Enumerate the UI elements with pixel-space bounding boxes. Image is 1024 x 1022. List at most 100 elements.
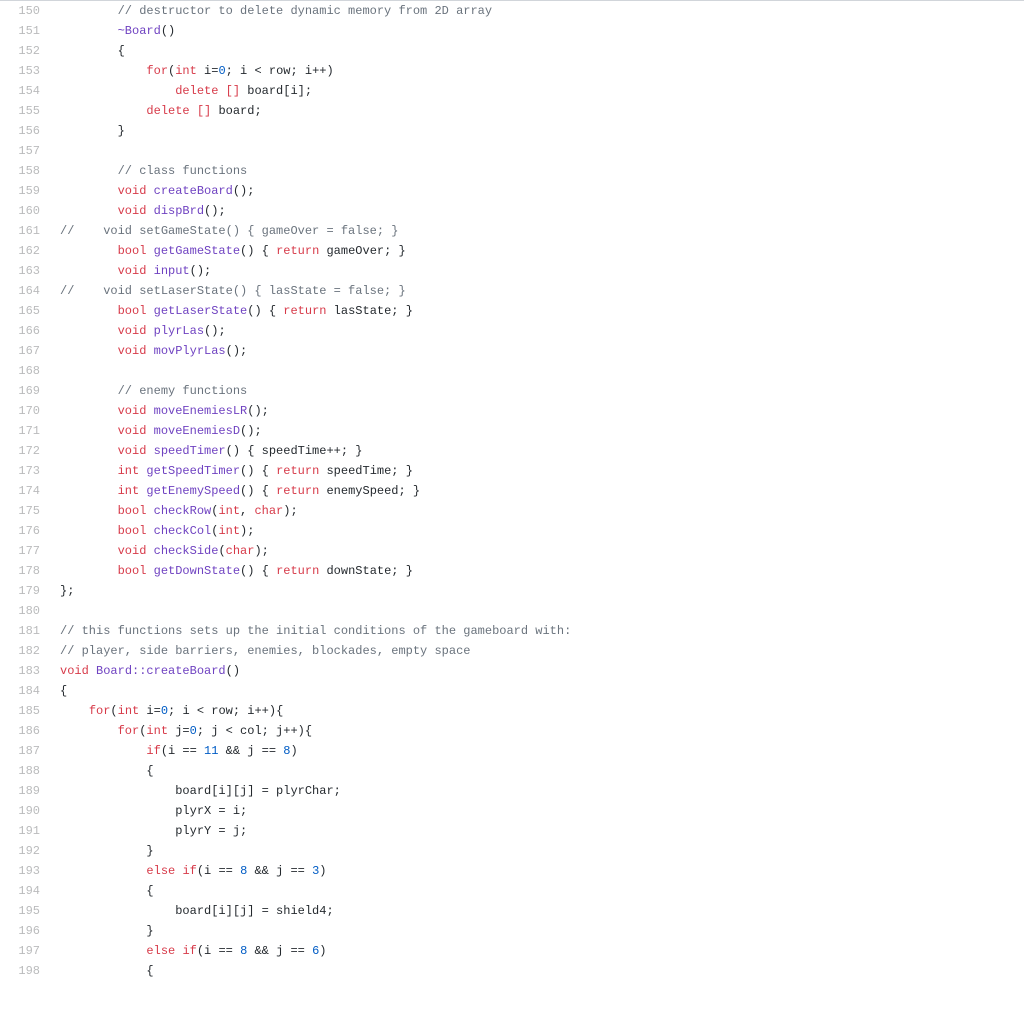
code-line[interactable]: // player, side barriers, enemies, block… <box>60 641 1024 661</box>
token-kw: return <box>276 484 319 498</box>
token-ty: bool <box>118 504 147 518</box>
line-number: 174 <box>0 481 40 501</box>
code-line[interactable]: { <box>60 761 1024 781</box>
code-line[interactable]: void plyrLas(); <box>60 321 1024 341</box>
token-kw: delete <box>146 104 189 118</box>
token-pl: ) <box>290 744 297 758</box>
code-line[interactable]: plyrY = j; <box>60 821 1024 841</box>
code-line[interactable]: delete [] board; <box>60 101 1024 121</box>
token-pl: () { <box>240 464 276 478</box>
code-line[interactable]: void moveEnemiesD(); <box>60 421 1024 441</box>
code-line[interactable]: for(int j=0; j < col; j++){ <box>60 721 1024 741</box>
token-pl <box>146 204 153 218</box>
code-line[interactable]: bool checkRow(int, char); <box>60 501 1024 521</box>
code-line[interactable]: delete [] board[i]; <box>60 81 1024 101</box>
code-line[interactable]: // this functions sets up the initial co… <box>60 621 1024 641</box>
token-pl <box>146 424 153 438</box>
code-line[interactable]: int getSpeedTimer() { return speedTime; … <box>60 461 1024 481</box>
token-pl: () { <box>240 484 276 498</box>
token-ty: void <box>118 264 147 278</box>
code-line[interactable]: void moveEnemiesLR(); <box>60 401 1024 421</box>
token-pl <box>146 244 153 258</box>
code-line[interactable]: void input(); <box>60 261 1024 281</box>
token-ty: char <box>226 544 255 558</box>
code-line[interactable]: void speedTimer() { speedTime++; } <box>60 441 1024 461</box>
code-line[interactable]: bool getDownState() { return downState; … <box>60 561 1024 581</box>
token-pl: enemySpeed; } <box>319 484 420 498</box>
code-line[interactable]: // void setGameState() { gameOver = fals… <box>60 221 1024 241</box>
code-line[interactable]: // void setLaserState() { lasState = fal… <box>60 281 1024 301</box>
token-ty: void <box>118 544 147 558</box>
code-line[interactable]: } <box>60 921 1024 941</box>
token-pl <box>60 344 118 358</box>
token-pl <box>60 384 118 398</box>
token-fn: moveEnemiesD <box>154 424 240 438</box>
code-line[interactable]: int getEnemySpeed() { return enemySpeed;… <box>60 481 1024 501</box>
code-line[interactable] <box>60 361 1024 381</box>
token-pl <box>146 544 153 558</box>
token-nm: 0 <box>161 704 168 718</box>
token-pl <box>146 404 153 418</box>
token-fn: dispBrd <box>154 204 204 218</box>
code-line[interactable]: plyrX = i; <box>60 801 1024 821</box>
token-pl: } <box>60 844 154 858</box>
line-number: 185 <box>0 701 40 721</box>
code-line[interactable] <box>60 601 1024 621</box>
token-kw: if <box>182 864 196 878</box>
token-pl <box>60 504 118 518</box>
token-ty: bool <box>118 304 147 318</box>
code-line[interactable]: ~Board() <box>60 21 1024 41</box>
code-line[interactable]: bool checkCol(int); <box>60 521 1024 541</box>
token-pl: j= <box>168 724 190 738</box>
code-line[interactable]: board[i][j] = shield4; <box>60 901 1024 921</box>
token-pl <box>89 664 96 678</box>
line-number-gutter: 1501511521531541551561571581591601611621… <box>0 1 50 981</box>
token-c: // this functions sets up the initial co… <box>60 624 571 638</box>
code-line[interactable]: bool getGameState() { return gameOver; } <box>60 241 1024 261</box>
token-fn: checkCol <box>154 524 212 538</box>
token-pl: i= <box>139 704 161 718</box>
code-line[interactable]: void Board::createBoard() <box>60 661 1024 681</box>
code-line[interactable]: bool getLaserState() { return lasState; … <box>60 301 1024 321</box>
code-line[interactable]: void createBoard(); <box>60 181 1024 201</box>
line-number: 170 <box>0 401 40 421</box>
code-line[interactable]: void dispBrd(); <box>60 201 1024 221</box>
token-kw: delete <box>175 84 218 98</box>
code-line[interactable]: for(int i=0; i < row; i++) <box>60 61 1024 81</box>
code-area[interactable]: // destructor to delete dynamic memory f… <box>50 1 1024 981</box>
token-pl: (); <box>247 404 269 418</box>
code-line[interactable]: else if(i == 8 && j == 6) <box>60 941 1024 961</box>
code-line[interactable]: }; <box>60 581 1024 601</box>
token-pl <box>60 944 146 958</box>
token-fn: movPlyrLas <box>154 344 226 358</box>
code-line[interactable]: void checkSide(char); <box>60 541 1024 561</box>
code-line[interactable]: else if(i == 8 && j == 3) <box>60 861 1024 881</box>
token-pl: && j == <box>247 944 312 958</box>
token-pl: (); <box>204 324 226 338</box>
code-line[interactable]: for(int i=0; i < row; i++){ <box>60 701 1024 721</box>
token-fn: plyrLas <box>154 324 204 338</box>
code-line[interactable]: void movPlyrLas(); <box>60 341 1024 361</box>
code-line[interactable]: // destructor to delete dynamic memory f… <box>60 1 1024 21</box>
code-line[interactable]: } <box>60 121 1024 141</box>
code-line[interactable]: // enemy functions <box>60 381 1024 401</box>
code-line[interactable]: board[i][j] = plyrChar; <box>60 781 1024 801</box>
line-number: 183 <box>0 661 40 681</box>
code-line[interactable]: { <box>60 881 1024 901</box>
code-line[interactable]: { <box>60 41 1024 61</box>
code-line[interactable]: { <box>60 961 1024 981</box>
code-line[interactable] <box>60 141 1024 161</box>
token-ty: void <box>118 444 147 458</box>
token-fn: getLaserState <box>154 304 248 318</box>
token-fn: checkSide <box>154 544 219 558</box>
token-pl: { <box>60 964 154 978</box>
line-number: 186 <box>0 721 40 741</box>
token-pl: () { <box>247 304 283 318</box>
code-line[interactable]: // class functions <box>60 161 1024 181</box>
code-line[interactable]: { <box>60 681 1024 701</box>
token-pl: (); <box>190 264 212 278</box>
code-line[interactable]: } <box>60 841 1024 861</box>
line-number: 157 <box>0 141 40 161</box>
code-line[interactable]: if(i == 11 && j == 8) <box>60 741 1024 761</box>
line-number: 162 <box>0 241 40 261</box>
